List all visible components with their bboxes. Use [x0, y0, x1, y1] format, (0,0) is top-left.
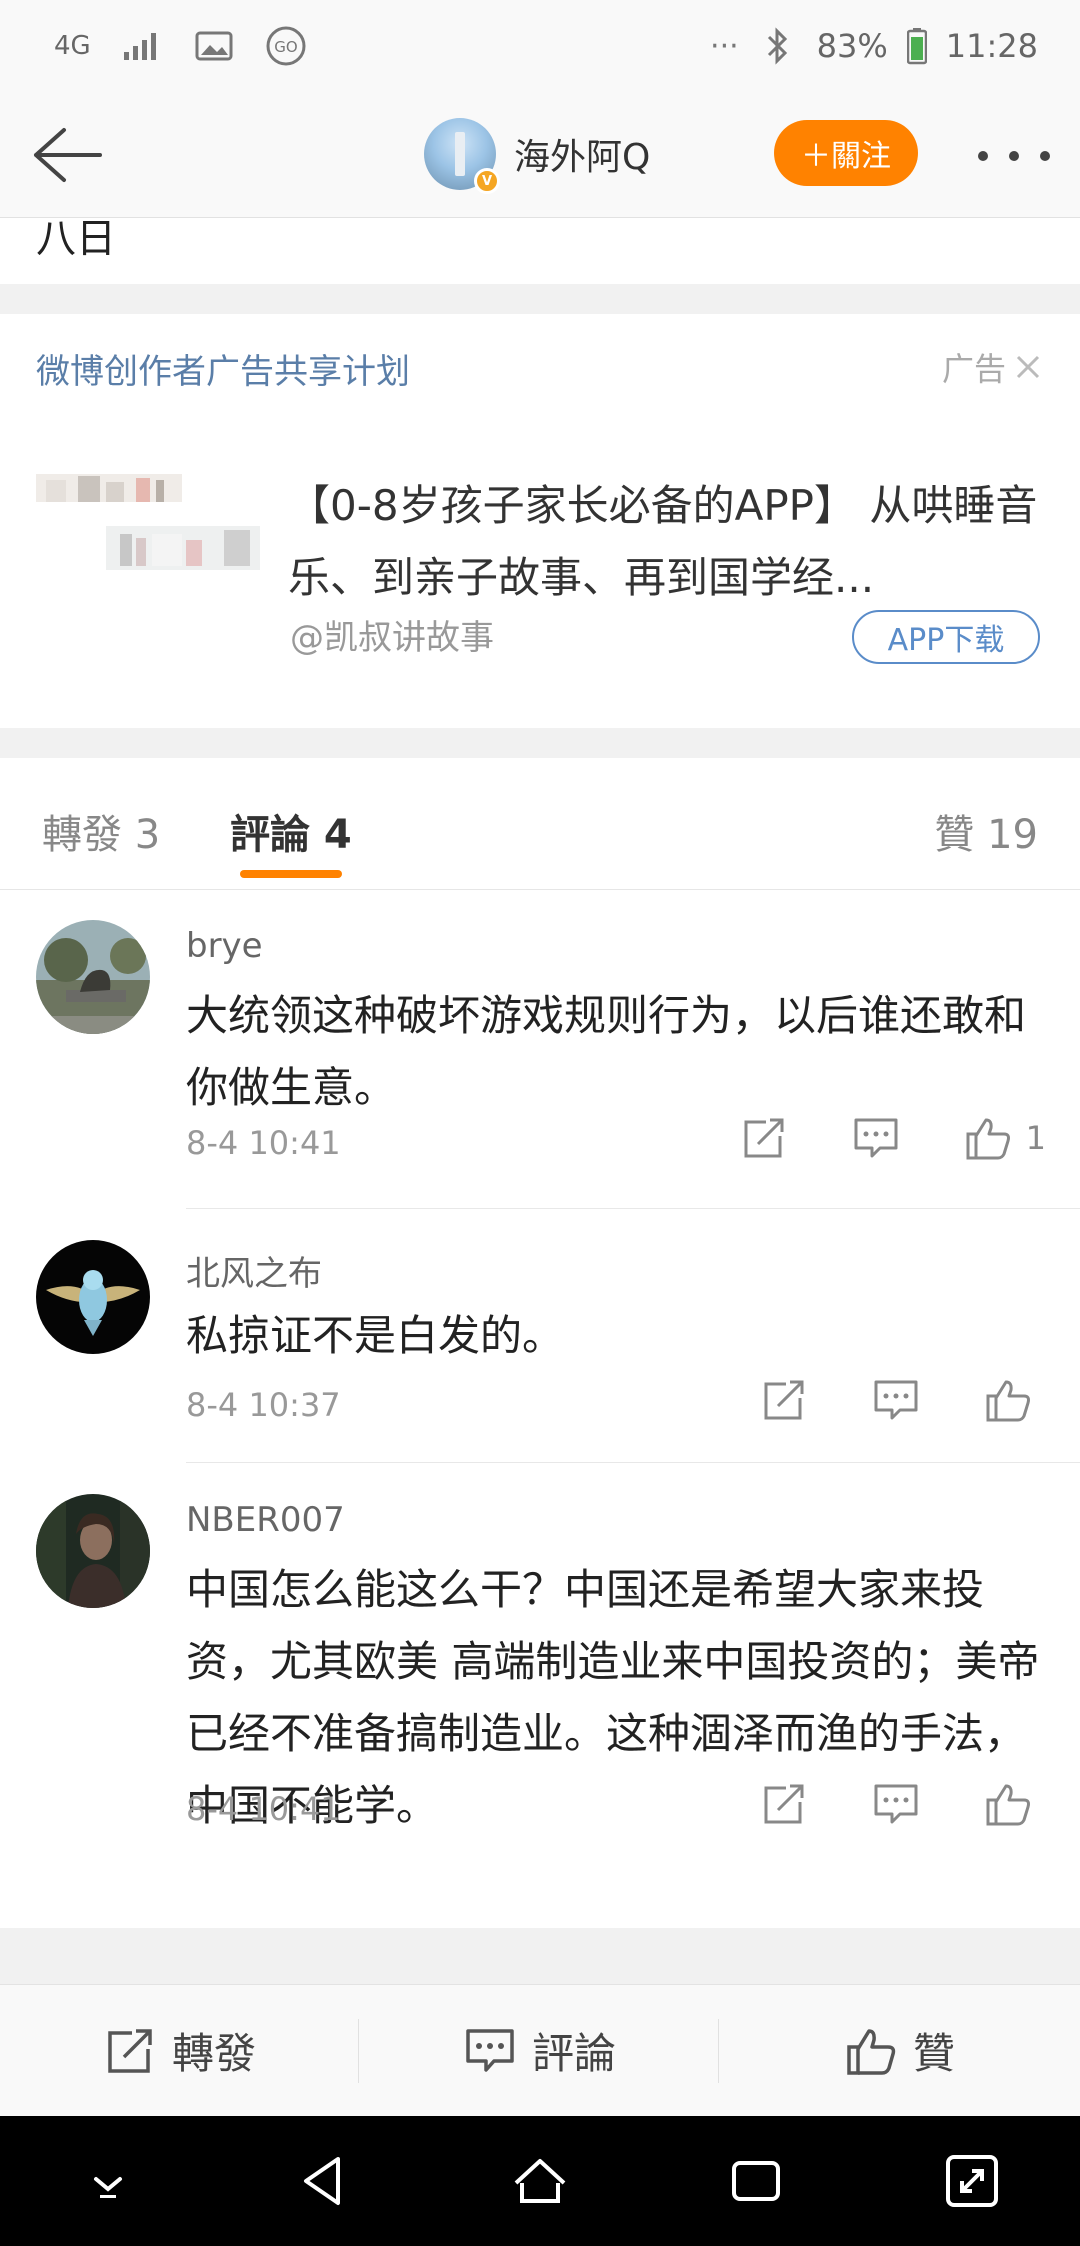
share-icon — [744, 1118, 784, 1158]
tab-likes[interactable]: 贊 19 — [934, 802, 1038, 860]
comment-author[interactable]: 北风之布 — [186, 1246, 322, 1295]
clock: 11:28 — [945, 27, 1038, 65]
home-icon[interactable] — [508, 2149, 572, 2213]
battery-icon — [906, 25, 928, 67]
bottom-action-bar: 轉發 評論 贊 — [0, 1984, 1080, 2116]
ad-program-label[interactable]: 微博创作者广告共享计划 — [36, 344, 410, 393]
avatar[interactable] — [36, 920, 150, 1034]
go-icon: GO — [265, 25, 307, 67]
thumbs-up-icon — [986, 1380, 1030, 1422]
follow-button[interactable]: ＋關注 — [774, 120, 918, 186]
comment-icon — [466, 2028, 514, 2072]
interaction-tabs: 轉發 3 評論 4 贊 19 — [0, 758, 1080, 890]
lighthouse-icon — [455, 132, 465, 176]
post-text: 八日 — [36, 218, 116, 262]
verified-badge: V — [474, 168, 500, 194]
comment-icon — [874, 1784, 918, 1824]
tab-repost[interactable]: 轉發 3 — [42, 802, 160, 860]
nav-header: V 海外阿Q ＋關注 — [0, 92, 1080, 218]
battery-text: 83% — [816, 27, 888, 65]
active-tab-indicator — [240, 870, 342, 878]
comment-label: 評論 — [531, 2029, 616, 2078]
close-icon[interactable] — [1014, 353, 1042, 381]
comment-item: brye 大统领这种破坏游戏规则行为，以后谁还敢和你做生意。 8-4 10:41… — [0, 890, 1080, 1210]
like-button[interactable]: 贊 — [720, 1985, 1080, 2116]
tab-comments[interactable]: 評論 4 — [230, 802, 352, 860]
like-button[interactable] — [984, 1378, 1046, 1422]
chevron-down-icon[interactable] — [76, 2149, 140, 2213]
ad-card[interactable]: 微博创作者广告共享计划 广告 【0-8岁孩子家长必备的APP】 从哄睡音乐、到亲… — [0, 314, 1080, 728]
repost-button[interactable] — [760, 1378, 808, 1422]
like-label: 贊 — [912, 2029, 955, 2078]
profile-header[interactable]: V 海外阿Q — [424, 118, 651, 194]
like-count: 1 — [1025, 1119, 1046, 1157]
ad-title[interactable]: 【0-8岁孩子家长必备的APP】 从哄睡音乐、到亲子故事、再到国学经... — [288, 470, 1044, 614]
divider — [186, 1462, 1080, 1463]
share-icon — [108, 2028, 152, 2073]
avatar[interactable]: V — [424, 118, 500, 194]
more-dots-icon: ··· — [710, 28, 739, 64]
ad-tag[interactable]: 广告 — [942, 344, 1042, 390]
ad-source[interactable]: @凯叔讲故事 — [290, 610, 494, 659]
more-options-button[interactable] — [978, 136, 1050, 176]
app-download-button[interactable]: APP下载 — [852, 610, 1040, 664]
bluetooth-icon — [757, 25, 799, 67]
network-4g-icon: 4G — [54, 31, 91, 61]
status-bar: 4G GO ··· 83% 11:28 — [0, 0, 1080, 92]
post-content-tail: 八日 — [0, 218, 1080, 284]
thumbs-up-icon — [847, 2028, 896, 2075]
comment-actions: 1 — [676, 1116, 1046, 1160]
expand-icon[interactable] — [940, 2149, 1004, 2213]
comment-button[interactable]: 評論 — [360, 1985, 720, 2116]
repost-button[interactable] — [760, 1782, 808, 1826]
ad-thumbnail[interactable] — [36, 462, 260, 588]
repost-button[interactable]: 轉發 — [0, 1985, 360, 2116]
divider — [358, 2019, 359, 2083]
like-button[interactable]: 1 — [964, 1116, 1046, 1160]
repost-label: 轉發 — [171, 2029, 256, 2078]
back-button[interactable] — [28, 122, 104, 188]
thumbs-up-icon — [966, 1118, 1010, 1160]
comment-text: 私掠证不是白发的。 — [186, 1311, 565, 1360]
comment-icon — [874, 1380, 918, 1420]
comment-actions — [696, 1378, 1046, 1422]
share-icon — [764, 1784, 804, 1824]
comment-list: brye 大统领这种破坏游戏规则行为，以后谁还敢和你做生意。 8-4 10:41… — [0, 890, 1080, 1928]
comment-time: 8-4 10:37 — [186, 1386, 341, 1424]
back-arrow-icon — [34, 128, 102, 182]
thumbs-up-icon — [986, 1784, 1030, 1826]
reply-button[interactable] — [872, 1378, 920, 1422]
divider — [718, 2019, 719, 2083]
comment-actions — [696, 1782, 1046, 1826]
reply-button[interactable] — [852, 1116, 900, 1160]
comment-text: 大统领这种破坏游戏规则行为，以后谁还敢和你做生意。 — [186, 991, 1027, 1112]
divider — [186, 1208, 1080, 1209]
system-nav-bar — [0, 2116, 1080, 2246]
comment-time: 8-4 10:41 — [186, 1790, 341, 1828]
repost-button[interactable] — [740, 1116, 788, 1160]
comment-item: 北风之布 私掠证不是白发的。 8-4 10:37 — [0, 1210, 1080, 1464]
share-icon — [764, 1380, 804, 1420]
gallery-icon — [193, 25, 235, 67]
avatar[interactable] — [36, 1494, 150, 1608]
comment-author[interactable]: NBER007 — [186, 1500, 345, 1540]
back-triangle-icon[interactable] — [292, 2149, 356, 2213]
like-button[interactable] — [984, 1782, 1046, 1826]
comment-item: NBER007 中国怎么能这么干？中国还是希望大家来投资，尤其欧美 高端制造业来… — [0, 1464, 1080, 1928]
comment-time: 8-4 10:41 — [186, 1124, 341, 1162]
comment-icon — [854, 1118, 898, 1158]
signal-icon — [121, 25, 163, 67]
reply-button[interactable] — [872, 1782, 920, 1826]
page-title: 海外阿Q — [514, 137, 651, 178]
avatar[interactable] — [36, 1240, 150, 1354]
svg-text:GO: GO — [274, 38, 297, 56]
recent-apps-icon[interactable] — [724, 2149, 788, 2213]
comment-author[interactable]: brye — [186, 926, 263, 966]
ad-tag-label: 广告 — [941, 350, 1006, 388]
